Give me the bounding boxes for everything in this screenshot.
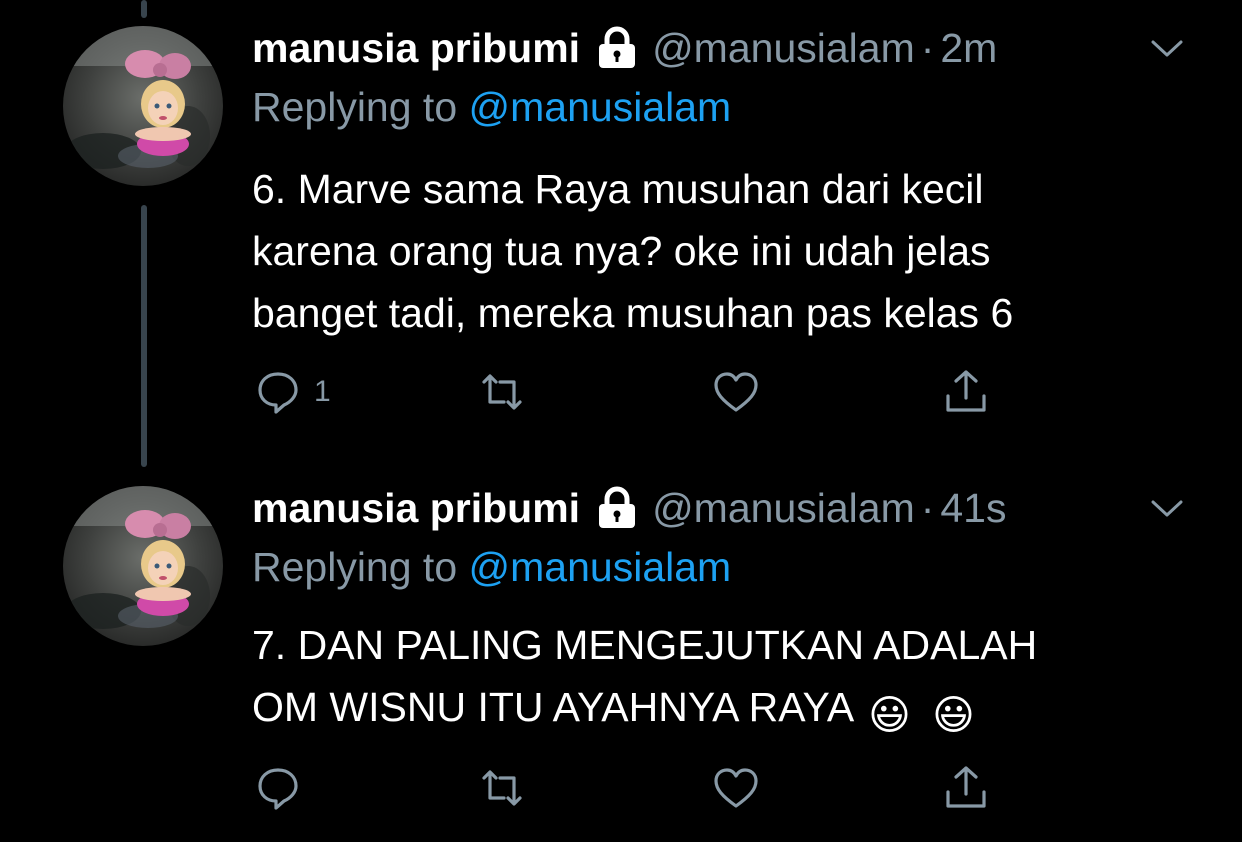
tweet-header: manusia pribumi @manusialam · 2m xyxy=(252,22,997,74)
timestamp[interactable]: 41s xyxy=(940,485,1006,532)
lock-icon xyxy=(596,486,638,530)
tweet-text: 6. Marve sama Raya musuhan dari kecil ka… xyxy=(252,166,1014,336)
tweet[interactable]: manusia pribumi @manusialam · 2m Replyin… xyxy=(0,0,1242,460)
avatar[interactable] xyxy=(63,26,223,186)
replying-to-label: Replying to xyxy=(252,544,458,590)
smiley-emoji-icon: 😃 xyxy=(932,692,975,738)
share-icon xyxy=(946,370,986,412)
replying-to: Replying to @manusialam xyxy=(252,84,731,131)
heart-icon xyxy=(714,372,758,412)
reply-icon xyxy=(258,372,298,414)
reply-icon xyxy=(258,768,298,810)
replying-to-handle[interactable]: @manusialam xyxy=(469,544,732,590)
replying-to-label: Replying to xyxy=(252,84,458,130)
user-handle[interactable]: @manusialam xyxy=(652,25,915,72)
display-name[interactable]: manusia pribumi xyxy=(252,25,580,72)
replying-to-handle[interactable]: @manusialam xyxy=(469,84,732,130)
lock-icon xyxy=(596,26,638,70)
retweet-button[interactable] xyxy=(478,362,526,422)
display-name[interactable]: manusia pribumi xyxy=(252,485,580,532)
like-button[interactable] xyxy=(712,362,760,422)
tweet-actions xyxy=(252,758,1012,818)
tweet-text: 7. DAN PALING MENGEJUTKAN ADALAH OM WISN… xyxy=(252,614,1212,738)
tweet-text-content: 7. DAN PALING MENGEJUTKAN ADALAH OM WISN… xyxy=(252,622,1038,730)
tweet-actions: 1 xyxy=(252,362,1012,422)
share-icon xyxy=(946,766,986,808)
tweet[interactable]: manusia pribumi @manusialam · 41s Replyi… xyxy=(0,460,1242,842)
retweet-button[interactable] xyxy=(478,758,526,818)
reply-count: 1 xyxy=(314,375,331,408)
chevron-down-icon[interactable] xyxy=(1150,38,1184,60)
timestamp[interactable]: 2m xyxy=(940,25,997,72)
retweet-icon xyxy=(482,770,522,806)
chevron-down-icon[interactable] xyxy=(1150,498,1184,520)
retweet-icon xyxy=(482,374,522,410)
share-button[interactable] xyxy=(942,362,990,422)
separator-dot: · xyxy=(920,24,935,71)
separator-dot: · xyxy=(920,484,935,531)
replying-to: Replying to @manusialam xyxy=(252,544,731,591)
share-button[interactable] xyxy=(942,758,990,818)
avatar[interactable] xyxy=(63,486,223,646)
heart-icon xyxy=(714,768,758,808)
user-handle[interactable]: @manusialam xyxy=(652,485,915,532)
reply-button[interactable] xyxy=(254,758,314,818)
tweet-header: manusia pribumi @manusialam · 41s xyxy=(252,482,1006,534)
smiley-emoji-icon: 😃 xyxy=(868,692,911,738)
reply-button[interactable]: 1 xyxy=(254,362,331,422)
like-button[interactable] xyxy=(712,758,760,818)
